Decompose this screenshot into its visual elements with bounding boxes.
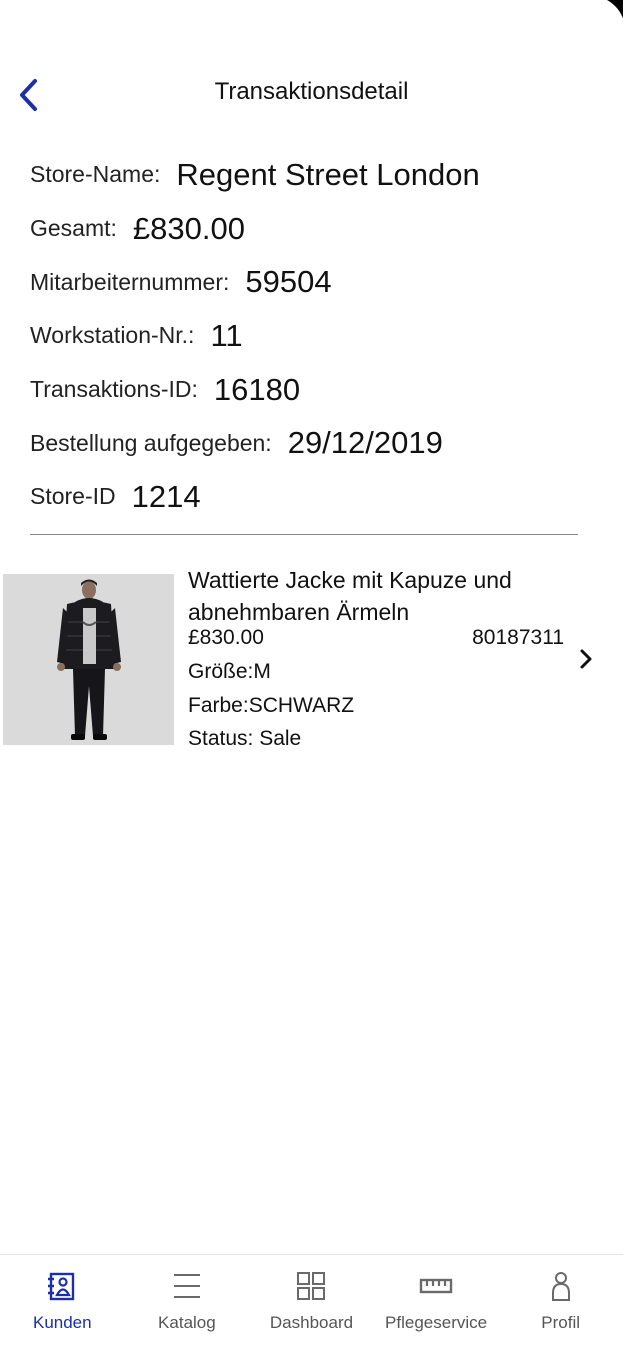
product-name: Wattierte Jacke mit Kapuze und abnehmbar… [188,567,512,625]
chevron-right-icon [580,649,592,669]
product-size: Größe:M [188,660,271,683]
tab-pflegeservice[interactable]: Pflegeservice [374,1255,499,1350]
product-list-item[interactable]: Wattierte Jacke mit Kapuze und abnehmbar… [0,560,623,760]
tab-dashboard-label: Dashboard [269,1313,354,1332]
store-name-label: Store-Name: [30,161,161,188]
page-title: Transaktionsdetail [214,78,409,105]
tab-kunden-label: Kunden [32,1313,92,1332]
transaction-details: Store-Name: Regent Street London Gesamt:… [30,148,590,524]
workstation-value: 11 [210,317,243,353]
tab-katalog[interactable]: Katalog [125,1255,250,1350]
grid-icon [297,1272,326,1300]
order-date-label: Bestellung aufgegeben: [30,429,272,456]
detail-row-order-date: Bestellung aufgegeben: 29/12/2019 [30,416,590,470]
header: Transaktionsdetail [0,60,623,130]
store-name-value: Regent Street London [176,156,480,192]
detail-row-store-name: Store-Name: Regent Street London [30,148,590,202]
total-label: Gesamt: [30,215,117,242]
product-sku: 80187311 [472,626,564,649]
divider [30,534,578,535]
device-corner [591,0,623,32]
tab-kunden[interactable]: Kunden [0,1255,125,1350]
tab-profil[interactable]: Profil [498,1255,623,1350]
store-id-value: 1214 [131,478,201,514]
transaction-id-label: Transaktions-ID: [30,376,198,403]
total-value: £830.00 [132,210,245,246]
detail-row-workstation: Workstation-Nr.: 11 [30,309,590,363]
customers-icon [48,1272,75,1301]
tab-bar: Kunden Katalog Dashboard Pflegeservice P… [0,1254,623,1350]
transaction-detail-screen: Transaktionsdetail Store-Name: Regent St… [0,0,623,1350]
detail-row-total: Gesamt: £830.00 [30,202,590,256]
employee-number-label: Mitarbeiternummer: [30,268,230,295]
product-image [3,574,174,745]
order-date-value: 29/12/2019 [287,425,443,461]
tab-katalog-label: Katalog [158,1313,216,1332]
jacket-model-photo [3,574,174,745]
tab-profil-label: Profil [541,1313,581,1332]
transaction-id-value: 16180 [213,371,301,407]
menu-icon [173,1274,200,1298]
detail-row-store-id: Store-ID 1214 [30,470,590,524]
employee-number-value: 59504 [245,264,332,300]
product-price: £830.00 [188,626,264,649]
detail-row-employee-number: Mitarbeiternummer: 59504 [30,255,590,309]
tab-pflegeservice-label: Pflegeservice [385,1313,488,1332]
store-id-label: Store-ID [30,483,116,510]
person-icon [551,1272,570,1301]
tab-dashboard[interactable]: Dashboard [249,1255,374,1350]
ruler-icon [419,1278,453,1294]
detail-row-transaction-id: Transaktions-ID: 16180 [30,363,590,417]
product-status: Status: Sale [188,727,302,750]
product-color: Farbe:SCHWARZ [188,694,355,717]
workstation-label: Workstation-Nr.: [30,322,195,349]
